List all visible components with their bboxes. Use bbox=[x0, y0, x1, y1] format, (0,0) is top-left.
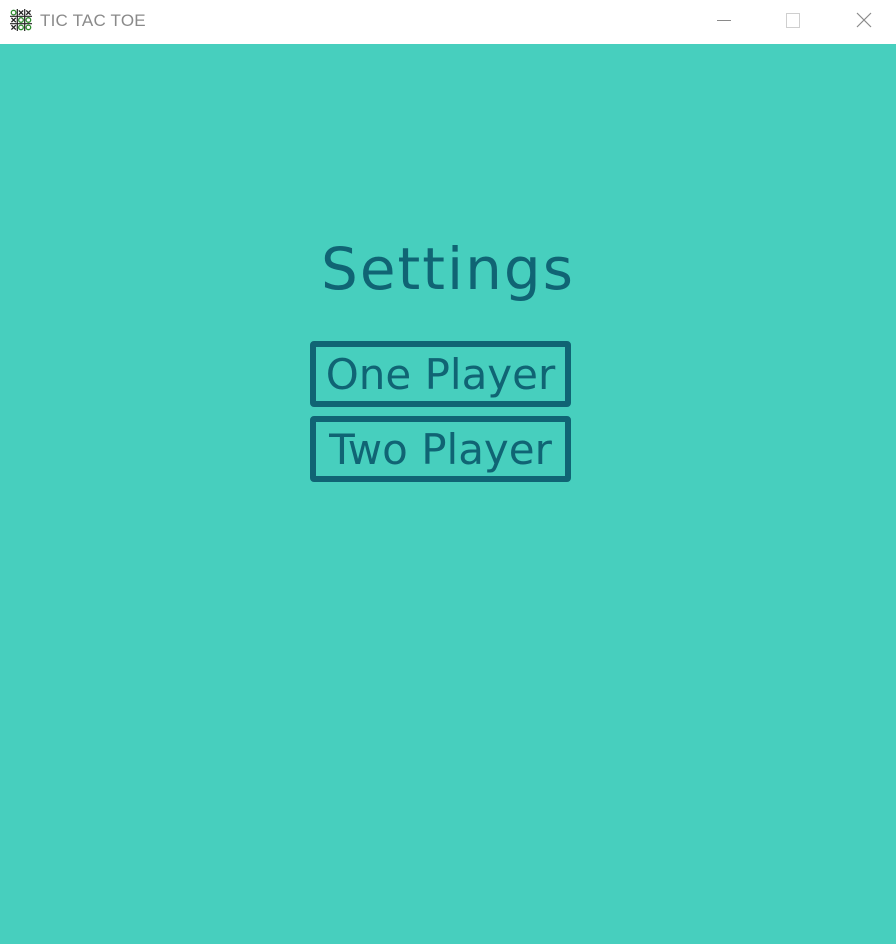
close-icon bbox=[856, 12, 872, 28]
title-bar[interactable]: TIC TAC TOE bbox=[0, 0, 896, 44]
tic-tac-toe-board-icon bbox=[10, 9, 32, 31]
minimize-button[interactable] bbox=[701, 0, 747, 44]
two-player-label: Two Player bbox=[329, 424, 552, 474]
one-player-button[interactable]: One Player bbox=[310, 341, 571, 407]
game-canvas: Settings One Player Two Player bbox=[0, 44, 896, 944]
close-button[interactable] bbox=[840, 0, 886, 44]
two-player-button[interactable]: Two Player bbox=[310, 416, 571, 482]
page-title: Settings bbox=[321, 235, 575, 303]
window-title: TIC TAC TOE bbox=[40, 11, 146, 30]
one-player-label: One Player bbox=[325, 349, 556, 399]
maximize-icon bbox=[786, 13, 800, 28]
minimize-icon bbox=[717, 20, 731, 21]
maximize-button[interactable] bbox=[770, 0, 816, 44]
